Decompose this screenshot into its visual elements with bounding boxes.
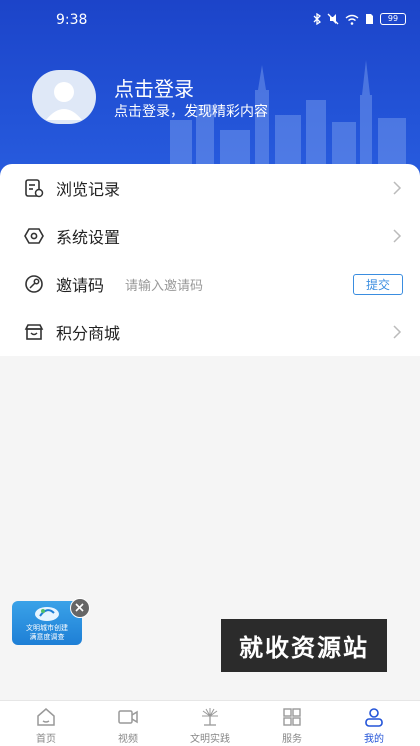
menu-item-settings[interactable]: 系统设置 bbox=[0, 212, 420, 260]
survey-line2: 满意度调查 bbox=[29, 633, 65, 641]
survey-line1: 文明城市创建 bbox=[26, 624, 68, 632]
menu-item-invite: 邀请码 请输入邀请码 提交 bbox=[0, 260, 420, 308]
tab-mine[interactable]: 我的 bbox=[332, 701, 416, 746]
sim-icon bbox=[366, 14, 373, 24]
tab-home[interactable]: 首页 bbox=[4, 701, 88, 746]
bottom-tab-bar: 首页 视频 文明实践 服务 我的 bbox=[0, 700, 420, 746]
submit-button[interactable]: 提交 bbox=[353, 273, 403, 295]
bluetooth-icon bbox=[313, 13, 321, 25]
avatar[interactable] bbox=[32, 70, 96, 124]
tab-video[interactable]: 视频 bbox=[86, 701, 170, 746]
tab-label: 我的 bbox=[364, 734, 384, 745]
status-bar: 9:38 99 bbox=[0, 0, 420, 40]
chevron-right-icon bbox=[393, 325, 402, 339]
video-icon bbox=[118, 710, 138, 724]
menu-label-settings: 系统设置 bbox=[56, 228, 121, 247]
status-icons: 99 bbox=[313, 13, 406, 25]
menu-item-mall[interactable]: 积分商城 bbox=[0, 308, 420, 356]
menu-card: 浏览记录 系统设置 邀请码 请输入邀请码 提交 积分商城 bbox=[0, 164, 420, 356]
survey-illustration-icon bbox=[35, 607, 59, 621]
tab-label: 文明实践 bbox=[190, 734, 230, 745]
close-banner-button[interactable] bbox=[70, 598, 90, 618]
menu-item-history[interactable]: 浏览记录 bbox=[0, 164, 420, 212]
menu-label-mall: 积分商城 bbox=[56, 324, 121, 343]
tab-civilization[interactable]: 文明实践 bbox=[168, 701, 252, 746]
key-icon bbox=[25, 275, 43, 293]
history-icon bbox=[25, 179, 44, 198]
menu-label-invite: 邀请码 bbox=[56, 276, 105, 295]
grid-icon bbox=[283, 708, 301, 726]
status-time: 9:38 bbox=[56, 12, 88, 28]
login-subtitle: 点击登录，发现精彩内容 bbox=[114, 104, 268, 120]
store-icon bbox=[24, 324, 44, 340]
default-user-icon bbox=[46, 82, 82, 120]
tab-label: 服务 bbox=[282, 734, 302, 745]
home-icon bbox=[37, 708, 55, 726]
chevron-right-icon bbox=[393, 229, 402, 243]
invite-code-input[interactable]: 请输入邀请码 bbox=[125, 275, 203, 294]
tab-label: 视频 bbox=[118, 734, 138, 745]
menu-label-history: 浏览记录 bbox=[56, 180, 121, 199]
close-icon bbox=[75, 603, 84, 612]
watermark-label: 就收资源站 bbox=[221, 619, 387, 672]
tab-service[interactable]: 服务 bbox=[250, 701, 334, 746]
mute-icon bbox=[327, 13, 339, 25]
chevron-right-icon bbox=[393, 181, 402, 195]
wifi-icon bbox=[345, 14, 359, 25]
user-icon bbox=[365, 708, 383, 727]
tab-label: 首页 bbox=[36, 734, 56, 745]
login-title[interactable]: 点击登录 bbox=[114, 73, 194, 102]
civilization-icon bbox=[202, 708, 218, 726]
settings-icon bbox=[24, 228, 44, 244]
battery-indicator: 99 bbox=[380, 13, 406, 25]
